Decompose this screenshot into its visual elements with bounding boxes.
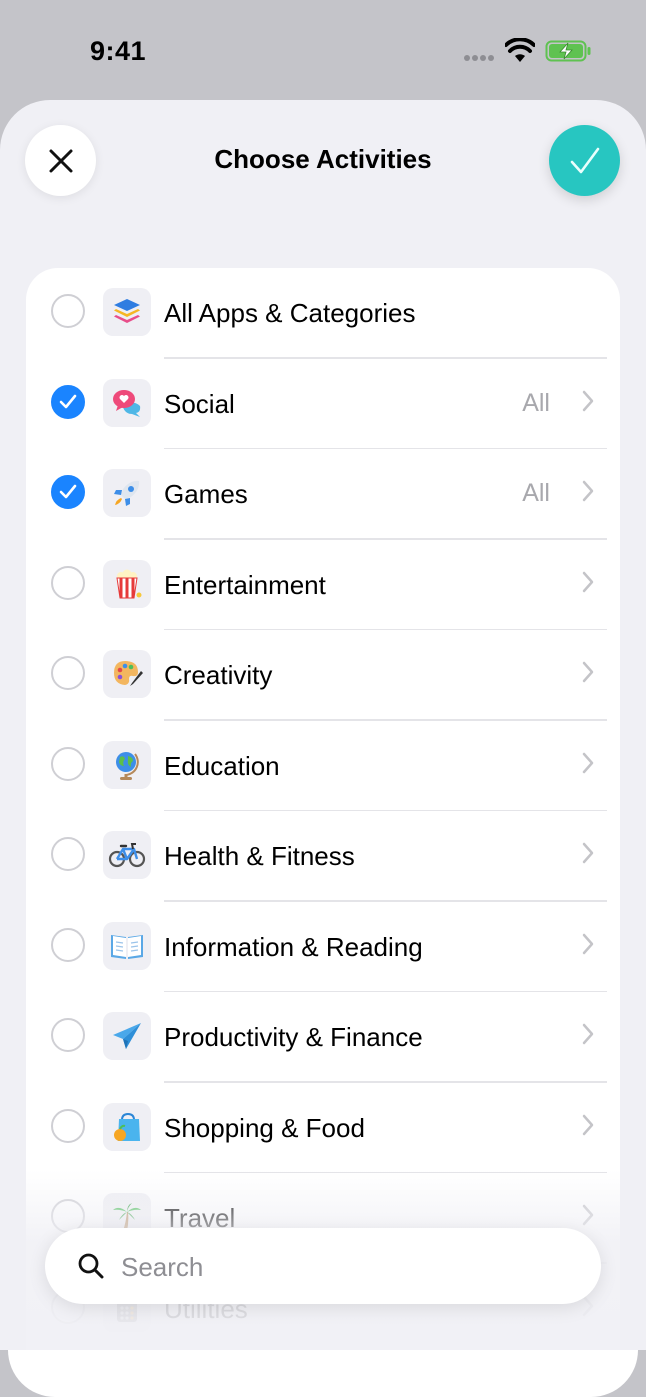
- status-time: 9:41: [90, 36, 147, 66]
- category-label: Shopping & Food: [164, 1112, 365, 1143]
- selection-radio-checked[interactable]: [51, 384, 85, 419]
- category-row-information-reading[interactable]: Information & Reading: [26, 902, 620, 992]
- category-detail: All: [522, 388, 550, 417]
- selection-radio[interactable]: [51, 746, 85, 781]
- checkmark-icon: [59, 394, 77, 408]
- chevron-right-icon: [582, 1114, 594, 1135]
- category-detail: All: [522, 479, 550, 507]
- selection-radio[interactable]: [51, 656, 85, 690]
- category-label: Games: [164, 479, 248, 509]
- category-row-shopping-food[interactable]: Shopping & Food: [26, 1083, 620, 1173]
- rocket-icon: [103, 469, 151, 517]
- done-button[interactable]: [549, 125, 620, 196]
- search-input[interactable]: [119, 1246, 563, 1288]
- category-label: Creativity: [164, 660, 273, 690]
- stack-icon: [103, 288, 151, 336]
- paper-plane-icon: [103, 1012, 151, 1060]
- selection-radio-checked[interactable]: [51, 475, 85, 509]
- palette-icon: [103, 650, 151, 698]
- wifi-icon: [505, 38, 535, 62]
- status-bar: 9:41: [0, 0, 646, 100]
- chevron-right-icon: [582, 390, 594, 411]
- chevron-right-icon: [582, 571, 594, 592]
- category-row-social[interactable]: Social All: [26, 359, 620, 449]
- globe-icon: [103, 740, 151, 789]
- category-row-entertainment[interactable]: Entertainment: [26, 540, 620, 630]
- category-row-creativity[interactable]: Creativity: [26, 630, 620, 721]
- search-icon: [78, 1253, 104, 1279]
- chevron-right-icon: [582, 1023, 594, 1045]
- category-row-education[interactable]: Education: [26, 721, 620, 811]
- selection-radio[interactable]: [51, 837, 85, 871]
- chevron-right-icon: [582, 933, 594, 954]
- category-row-games[interactable]: Games All: [26, 449, 620, 540]
- chevron-right-icon: [582, 661, 594, 683]
- chevron-right-icon: [582, 1204, 594, 1226]
- speech-bubbles-icon: [103, 378, 151, 427]
- category-label: Health & Fitness: [164, 841, 355, 871]
- selection-radio[interactable]: [51, 1108, 85, 1143]
- activities-sheet: Choose Activities All Apps & Categories: [0, 100, 646, 1397]
- category-label: All Apps & Categories: [164, 298, 416, 328]
- book-icon: [103, 921, 151, 970]
- bicycle-icon: [103, 831, 151, 879]
- battery-charging-icon: [545, 40, 591, 62]
- selection-radio[interactable]: [51, 1018, 85, 1052]
- category-label: Education: [164, 750, 280, 781]
- search-bar[interactable]: [45, 1228, 601, 1304]
- bottom-frame: [0, 1350, 646, 1397]
- category-label: Productivity & Finance: [164, 1022, 423, 1052]
- category-label: Entertainment: [164, 569, 326, 600]
- category-row-all-apps[interactable]: All Apps & Categories: [26, 268, 620, 359]
- category-label: Information & Reading: [164, 931, 423, 962]
- category-label: Social: [164, 388, 235, 419]
- selection-radio[interactable]: [51, 565, 85, 600]
- category-row-health-fitness[interactable]: Health & Fitness: [26, 811, 620, 902]
- shopping-bag-icon: [103, 1102, 151, 1151]
- popcorn-icon: [103, 559, 151, 608]
- checkmark-icon: [570, 147, 599, 173]
- chevron-right-icon: [582, 842, 594, 864]
- chevron-right-icon: [582, 752, 594, 773]
- selection-radio[interactable]: [51, 294, 85, 328]
- chevron-right-icon: [582, 480, 594, 502]
- bottom-sheet-edge: [8, 1350, 638, 1397]
- checkmark-icon: [59, 484, 77, 499]
- category-row-productivity-finance[interactable]: Productivity & Finance: [26, 992, 620, 1083]
- cellular-signal-icon: [464, 55, 494, 61]
- selection-radio[interactable]: [51, 927, 85, 962]
